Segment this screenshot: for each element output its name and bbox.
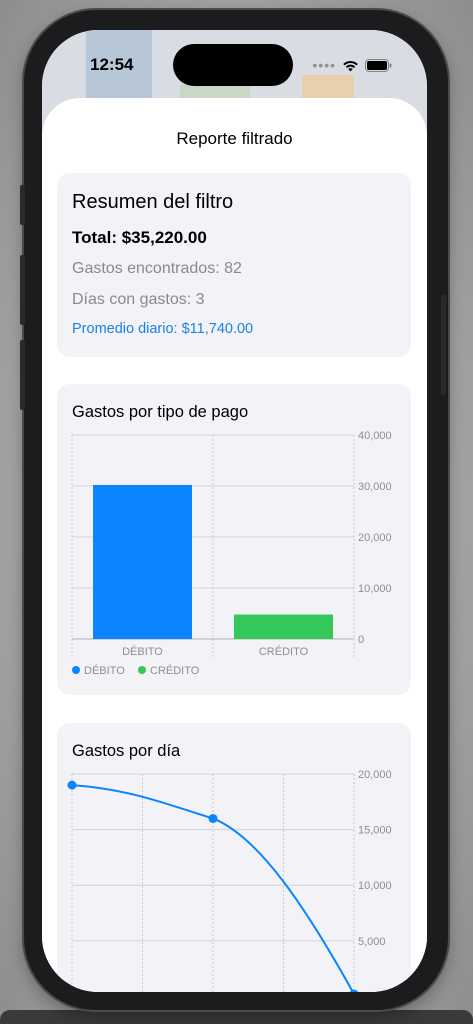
y-tick-label: 0 xyxy=(358,634,364,646)
y-tick-label: 30,000 xyxy=(358,481,392,493)
summary-average: Promedio diario: $11,740.00 xyxy=(72,321,254,337)
payment-bar-chart: 40,000 30,000 20,000 10,000 0 DÉBITO CRÉDITO DÉ… xyxy=(71,430,392,677)
x-tick-label: CRÉDITO xyxy=(259,645,309,658)
legend-label: CRÉDITO xyxy=(150,664,200,677)
daily-line-chart: 20,000 15,000 10,000 5,000 xyxy=(67,769,392,992)
summary-total: Total: $35,220.00 xyxy=(72,228,207,247)
summary-heading: Resumen del filtro xyxy=(72,191,234,213)
data-point-1 xyxy=(208,813,218,823)
y-tick-label: 10,000 xyxy=(358,583,392,595)
report-sheet[interactable]: Reporte filtrado Resumen del filtro Tota… xyxy=(42,98,427,992)
wifi-icon xyxy=(343,60,358,71)
y-tick-label: 40,000 xyxy=(358,430,392,442)
dynamic-island xyxy=(173,44,293,86)
screen: 12:54 •••• Reporte filtrado Resumen del … xyxy=(42,30,427,992)
status-icons: •••• xyxy=(312,57,392,73)
summary-card: Resumen del filtro Total: $35,220.00 Gas… xyxy=(57,173,411,357)
bar-débito xyxy=(93,484,192,639)
sheet-title: Reporte filtrado xyxy=(176,129,293,148)
y-tick-label: 20,000 xyxy=(358,769,392,781)
y-tick-label: 5,000 xyxy=(358,936,386,948)
volume-up-button xyxy=(20,255,25,325)
side-button xyxy=(441,295,446,395)
daily-card: Gastos por día 20,000 15,000 10,000 5,000 xyxy=(57,723,411,992)
battery-icon xyxy=(365,58,392,72)
summary-found: Gastos encontrados: 82 xyxy=(72,260,242,277)
y-tick-label: 15,000 xyxy=(358,825,392,837)
volume-down-button xyxy=(20,340,25,410)
bottom-bar xyxy=(0,1010,473,1024)
summary-days: Días con gastos: 3 xyxy=(72,291,205,308)
legend-label: DÉBITO xyxy=(84,664,125,677)
action-button xyxy=(20,185,25,225)
signal-icon: •••• xyxy=(312,57,336,73)
payment-type-card: Gastos por tipo de pago 40,000 30,000 20,0… xyxy=(57,384,411,695)
legend-swatch xyxy=(72,666,80,674)
y-tick-label: 20,000 xyxy=(358,532,392,544)
data-point-0 xyxy=(67,780,77,790)
legend-swatch xyxy=(138,666,146,674)
x-tick-label: DÉBITO xyxy=(122,645,163,658)
bar-crédito xyxy=(234,614,333,639)
status-time: 12:54 xyxy=(90,55,134,74)
y-tick-label: 10,000 xyxy=(358,880,392,892)
